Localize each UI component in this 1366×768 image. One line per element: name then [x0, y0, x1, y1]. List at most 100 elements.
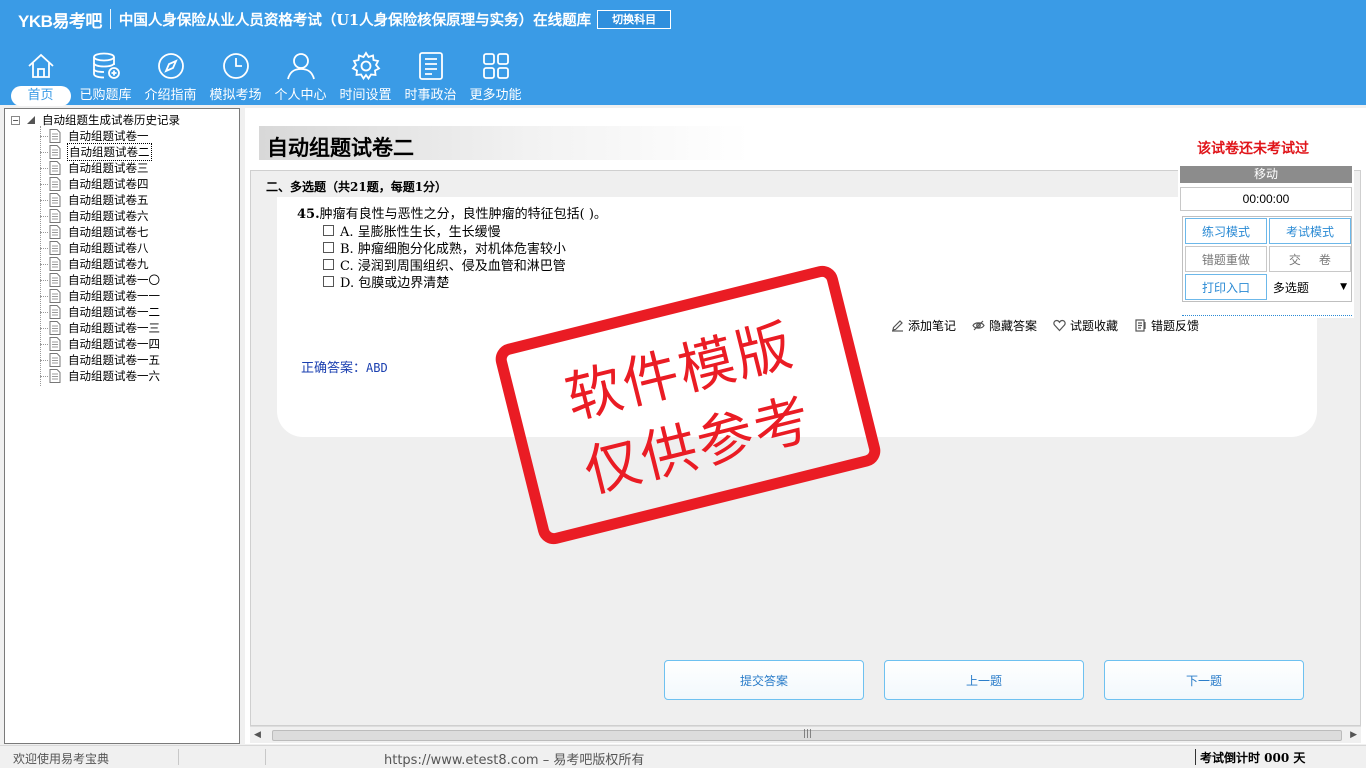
section-title: 二、多选题（共21题，每题1分）	[266, 180, 448, 194]
nav-more[interactable]: 更多功能	[463, 48, 528, 104]
scroll-right-icon[interactable]: ▶	[1350, 730, 1357, 740]
horizontal-scrollbar[interactable]: ◀ ||| ▶	[250, 726, 1361, 743]
next-question-button[interactable]: 下一题	[1104, 660, 1304, 700]
add-note-label: 添加笔记	[908, 319, 957, 333]
tool-row: 练习模式 考试模式	[1183, 217, 1351, 245]
nav-purchased[interactable]: 已购题库	[73, 48, 138, 104]
feedback-icon	[1135, 319, 1146, 332]
title-row: YKB易考吧 中国人身保险从业人员资格考试（U1人身保险核保原理与实务）在线题库…	[18, 7, 672, 31]
tree-item[interactable]: 自动组题试卷九	[5, 256, 239, 272]
tree-item-label: 自动组题试卷二	[67, 143, 152, 161]
document-icon	[49, 129, 61, 143]
scroll-left-icon[interactable]: ◀	[254, 730, 261, 740]
nav-mock-exam[interactable]: 模拟考场	[203, 48, 268, 104]
status-divider	[178, 749, 179, 765]
document-icon	[49, 225, 61, 239]
tool-row: 打印入口 多选题 ▼	[1183, 273, 1351, 301]
history-sidebar: − 自动组题生成试卷历史记录 自动组题试卷一 自动组题试卷二 自动组题试卷三 自动组题…	[4, 108, 240, 744]
tree-item[interactable]: 自动组题试卷一六	[5, 368, 239, 384]
nav-label: 时事政治	[404, 88, 457, 103]
tree-item-label: 自动组题试卷八	[68, 241, 149, 255]
scrollbar-thumb[interactable]: |||	[272, 729, 1342, 741]
tree-item[interactable]: 自动组题试卷一五	[5, 352, 239, 368]
question-text: 肿瘤有良性与恶性之分，良性肿瘤的特征包括( )。	[319, 207, 607, 222]
user-icon	[285, 50, 317, 82]
document-icon	[49, 161, 61, 175]
option-checkbox[interactable]	[323, 259, 334, 270]
move-handle[interactable]: 移动	[1180, 166, 1352, 183]
tree-item[interactable]: 自动组题试卷一一	[5, 288, 239, 304]
answer-label: 正确答案：	[301, 361, 367, 376]
title-separator	[109, 9, 111, 29]
app-logo: YKB易考吧	[18, 11, 102, 31]
tree-item-label: 自动组题试卷一	[68, 129, 149, 143]
paper-title: 自动组题试卷二	[267, 135, 414, 160]
tree-item-label: 自动组题试卷五	[68, 193, 149, 207]
timer-display: 00:00:00	[1180, 187, 1352, 211]
hide-answer-link[interactable]: 隐藏答案	[972, 317, 1037, 334]
tree-item[interactable]: 自动组题试卷二	[5, 143, 239, 161]
feedback-link[interactable]: 错题反馈	[1134, 317, 1199, 334]
copyright-text: https://www.etest8.com – 易考吧版权所有	[384, 753, 645, 768]
clock-icon	[220, 50, 252, 82]
tree-item[interactable]: 自动组题试卷六	[5, 208, 239, 224]
hand-in-button[interactable]: 交卷	[1268, 246, 1351, 272]
nav-time-settings[interactable]: 时间设置	[333, 48, 398, 104]
exam-mode-button[interactable]: 考试模式	[1269, 218, 1351, 244]
submit-answer-button[interactable]: 提交答案	[664, 660, 864, 700]
document-icon	[49, 241, 61, 255]
option-d[interactable]: D. 包膜或边界清楚	[323, 272, 449, 291]
option-checkbox[interactable]	[323, 276, 334, 287]
add-note-link[interactable]: 添加笔记	[891, 317, 956, 334]
tree-item[interactable]: 自动组题试卷三	[5, 160, 239, 176]
gear-icon	[350, 50, 382, 82]
history-tree: − 自动组题生成试卷历史记录 自动组题试卷一 自动组题试卷二 自动组题试卷三 自动组题…	[5, 109, 239, 386]
tree-item[interactable]: 自动组题试卷一〇	[5, 272, 239, 288]
tree-item-label: 自动组题试卷一二	[68, 305, 160, 319]
document-icon	[49, 337, 61, 351]
status-divider	[1195, 749, 1196, 765]
document-icon	[49, 273, 61, 287]
document-icon	[49, 305, 61, 319]
chevron-down-icon: ▼	[1340, 282, 1347, 292]
status-divider	[265, 749, 266, 765]
tree-item[interactable]: 自动组题试卷八	[5, 240, 239, 256]
redo-wrong-button[interactable]: 错题重做	[1185, 246, 1267, 272]
document-icon	[49, 177, 61, 191]
option-checkbox[interactable]	[323, 225, 334, 236]
favorite-link[interactable]: 试题收藏	[1053, 317, 1118, 334]
nav-label: 首页	[10, 86, 71, 106]
tool-resize-edge[interactable]	[1182, 310, 1352, 316]
tree-item-label: 自动组题试卷一一	[68, 289, 160, 303]
eye-slash-icon	[972, 320, 985, 331]
tree-item[interactable]: 自动组题试卷一四	[5, 336, 239, 352]
tree-item[interactable]: 自动组题试卷一二	[5, 304, 239, 320]
nav-label: 更多功能	[469, 88, 522, 103]
practice-mode-button[interactable]: 练习模式	[1185, 218, 1267, 244]
nav-home[interactable]: 首页	[8, 48, 73, 106]
nav-label: 已购题库	[79, 88, 132, 103]
switch-subject-button[interactable]: 切换科目	[597, 9, 672, 29]
option-checkbox[interactable]	[323, 242, 334, 253]
print-button[interactable]: 打印入口	[1185, 274, 1267, 300]
tree-item-label: 自动组题试卷七	[68, 225, 149, 239]
question-type-select[interactable]: 多选题 ▼	[1269, 274, 1351, 300]
tree-item[interactable]: 自动组题试卷一三	[5, 320, 239, 336]
tree-item-label: 自动组题试卷一三	[68, 321, 160, 335]
nav-personal[interactable]: 个人中心	[268, 48, 333, 104]
question-number: 45.	[297, 207, 320, 222]
tree-item-label: 自动组题试卷一〇	[68, 273, 160, 287]
nav-current-affairs[interactable]: 时事政治	[398, 48, 463, 104]
tree-item[interactable]: 自动组题试卷七	[5, 224, 239, 240]
nav-guide[interactable]: 介绍指南	[138, 48, 203, 104]
prev-question-button[interactable]: 上一题	[884, 660, 1084, 700]
tree-item[interactable]: 自动组题试卷五	[5, 192, 239, 208]
document-icon	[49, 145, 61, 159]
collapse-icon[interactable]: −	[11, 115, 20, 125]
document-icon	[49, 321, 61, 335]
feedback-label: 错题反馈	[1151, 319, 1200, 333]
question-type-value: 多选题	[1272, 280, 1309, 295]
tree-item[interactable]: 自动组题试卷四	[5, 176, 239, 192]
tree-item[interactable]: 自动组题试卷一	[5, 128, 239, 144]
tree-root-label: 自动组题生成试卷历史记录	[42, 113, 180, 127]
